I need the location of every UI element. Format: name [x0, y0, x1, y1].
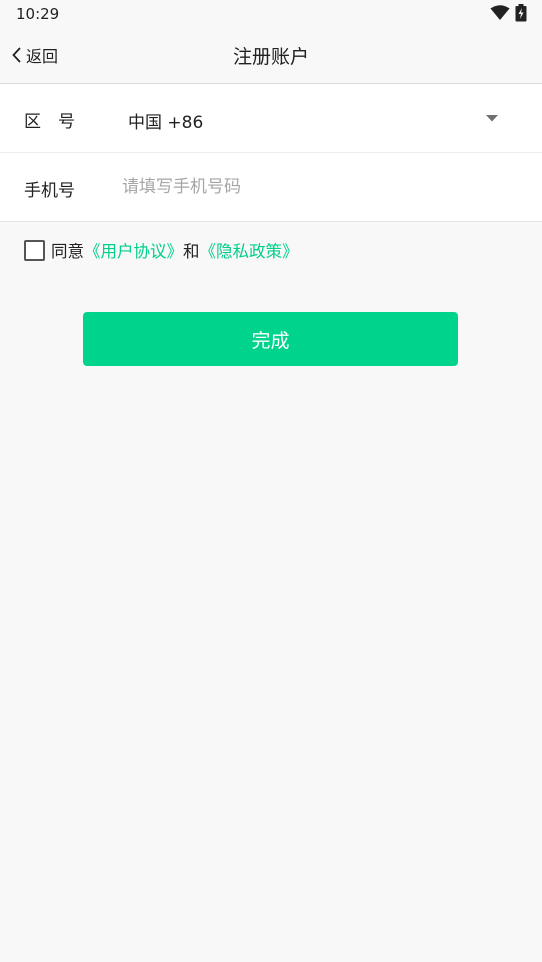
user-agreement-link[interactable]: 《用户协议》: [84, 238, 183, 262]
region-selector[interactable]: 区 号 中国 +86: [0, 84, 542, 153]
phone-row: 手机号: [0, 153, 542, 221]
agree-conjunction: 和: [183, 242, 200, 261]
agree-prefix: 同意: [51, 242, 84, 261]
submit-button[interactable]: 完成: [83, 312, 458, 366]
dropdown-arrow-icon: [486, 115, 498, 122]
status-bar: 10:29: [0, 0, 542, 28]
status-time: 10:29: [16, 5, 60, 23]
phone-label: 手机号: [24, 181, 75, 201]
page-title: 注册账户: [232, 46, 309, 68]
nav-bar: 返回 注册账户: [0, 28, 542, 84]
registration-form: 区 号 中国 +86 手机号: [0, 84, 542, 222]
region-value: 中国 +86: [128, 113, 204, 133]
battery-icon: [515, 4, 527, 22]
agree-checkbox[interactable]: [24, 239, 45, 261]
privacy-policy-link[interactable]: 《隐私政策》: [200, 238, 299, 262]
wifi-icon: [490, 5, 510, 20]
region-label: 区 号: [24, 112, 75, 132]
agreement-row: 同意 《用户协议》 和 《隐私政策》: [24, 238, 299, 262]
phone-input[interactable]: [122, 169, 512, 205]
